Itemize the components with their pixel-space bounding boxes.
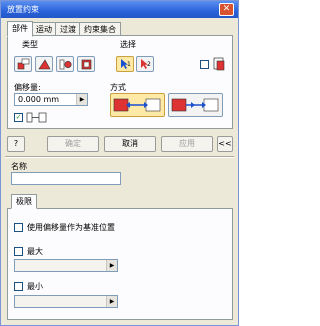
tangent-icon: [59, 59, 72, 70]
title-bar[interactable]: 放置约束 ✕: [1, 1, 238, 18]
method-label: 方式: [110, 83, 126, 92]
cancel-button[interactable]: 取消: [104, 136, 156, 152]
maximum-dropdown-arrow[interactable]: ▶: [106, 260, 117, 271]
tab-motion[interactable]: 运动: [31, 22, 57, 36]
angle-type-button[interactable]: [35, 56, 53, 72]
tab-constraint-set[interactable]: 约束集合: [79, 22, 121, 36]
insert-icon: [81, 59, 92, 70]
predict-offset-icon: [26, 112, 48, 123]
select-second-number: 2: [147, 61, 151, 68]
insert-type-button[interactable]: [77, 56, 95, 72]
flush-solution-icon: [171, 98, 219, 112]
preview-checkbox[interactable]: ✓: [14, 113, 23, 122]
name-input[interactable]: [11, 172, 121, 185]
mate-icon: [17, 58, 30, 70]
apply-button[interactable]: 应用: [161, 136, 213, 152]
limits-panel: 使用偏移量作为基准位置 最大 ▶ 最小 ▶: [7, 208, 233, 320]
mate-solution-icon: [113, 98, 161, 112]
maximum-input[interactable]: ▶: [14, 259, 118, 272]
window-title: 放置约束: [7, 5, 39, 14]
help-button[interactable]: ?: [7, 136, 25, 152]
assembly-panel: 类型 选择 1 2 偏移量: 0.000 mm ▶ 方式 ✓: [7, 35, 233, 129]
offset-dropdown-arrow[interactable]: ▶: [76, 94, 87, 105]
tab-limits[interactable]: 极限: [11, 194, 37, 209]
first-click-checkbox[interactable]: [200, 60, 209, 69]
dialog-button-row: ? 确定 取消 应用 <<: [7, 136, 233, 152]
select-label: 选择: [120, 40, 136, 49]
minimum-checkbox[interactable]: [14, 282, 23, 291]
angle-icon: [38, 59, 51, 70]
tangent-type-button[interactable]: [56, 56, 74, 72]
use-offset-checkbox[interactable]: [14, 223, 23, 232]
tab-transitional[interactable]: 过渡: [55, 22, 81, 36]
minimum-dropdown-arrow[interactable]: ▶: [106, 296, 117, 307]
divider: [5, 156, 234, 158]
method-flush-button[interactable]: [168, 93, 223, 117]
minimum-label: 最小: [27, 282, 43, 291]
select-first-number: 1: [127, 61, 131, 68]
use-offset-label: 使用偏移量作为基准位置: [27, 223, 115, 232]
collapse-button[interactable]: <<: [217, 136, 233, 152]
offset-input[interactable]: 0.000 mm ▶: [14, 93, 88, 106]
minimum-input[interactable]: ▶: [14, 295, 118, 308]
offset-value: 0.000 mm: [18, 95, 60, 104]
pick-part-icon[interactable]: [213, 57, 225, 71]
maximum-label: 最大: [27, 247, 43, 256]
select-first-button[interactable]: 1: [116, 56, 134, 72]
ok-button[interactable]: 确定: [47, 136, 99, 152]
mate-type-button[interactable]: [14, 56, 32, 72]
maximum-checkbox[interactable]: [14, 247, 23, 256]
place-constraint-dialog: 放置约束 ✕ 部件 运动 过渡 约束集合 类型 选择 1 2 偏移量: 0.00…: [0, 0, 239, 326]
close-button[interactable]: ✕: [219, 3, 234, 16]
select-second-button[interactable]: 2: [136, 56, 154, 72]
tab-assembly[interactable]: 部件: [7, 21, 33, 37]
method-mate-button[interactable]: [110, 93, 165, 117]
name-label: 名称: [11, 162, 27, 171]
offset-label: 偏移量:: [14, 83, 41, 92]
type-label: 类型: [22, 40, 38, 49]
